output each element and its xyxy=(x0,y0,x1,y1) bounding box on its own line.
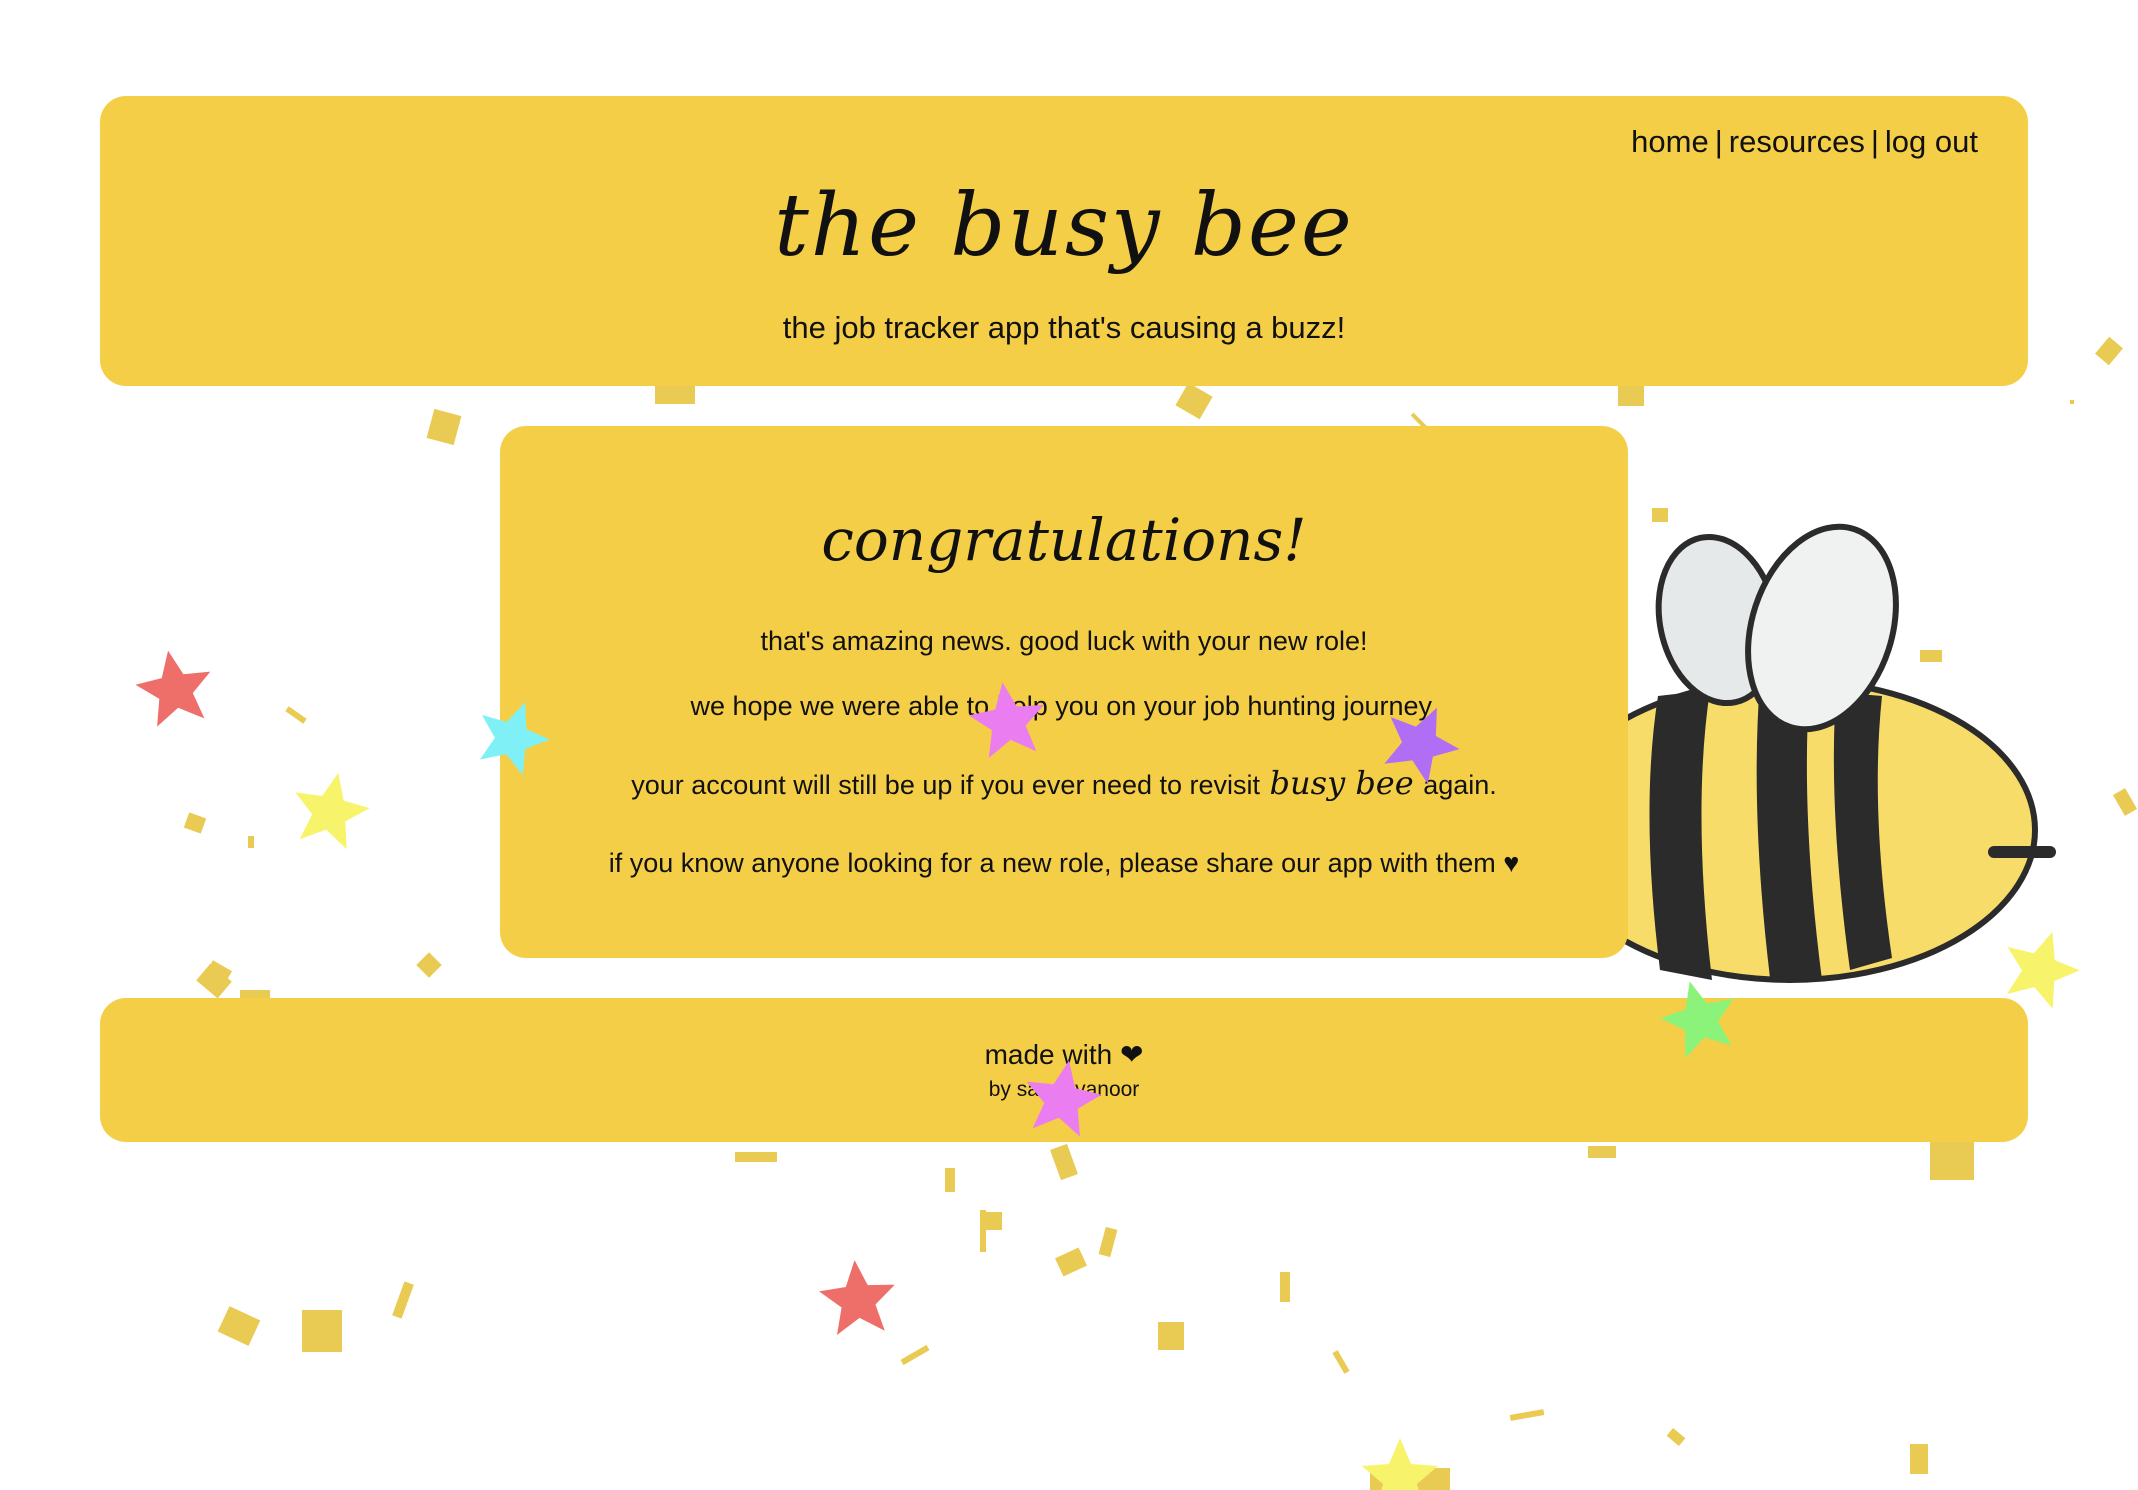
nav-resources-link[interactable]: resources xyxy=(1729,124,1865,159)
card-message-good-luck: that's amazing news. good luck with your… xyxy=(760,626,1368,656)
bee-icon xyxy=(1600,523,2056,983)
nav-home-link[interactable]: home xyxy=(1631,124,1709,159)
nav-separator: | xyxy=(1714,124,1723,159)
site-header: home | resources | log out the busy bee the … xyxy=(100,96,2028,386)
footer-made-with: made with ❤ xyxy=(984,1039,1144,1070)
account-text: your account will still be up if you eve… xyxy=(631,770,1261,800)
card-message-account: your account will still be up if you eve… xyxy=(500,764,1628,802)
account-text-end: again. xyxy=(1423,770,1497,800)
card-heading: congratulations! xyxy=(821,506,1307,574)
footer-author: by sarah vanoor xyxy=(988,1078,1140,1101)
card-message-share: if you know anyone looking for a new rol… xyxy=(608,848,1520,878)
app-tagline: the job tracker app that's causing a buz… xyxy=(782,310,1346,345)
nav-logout-link[interactable]: log out xyxy=(1885,124,1978,159)
site-footer: made with ❤ by sarah vanoor xyxy=(100,998,2028,1142)
nav-separator: | xyxy=(1870,124,1879,159)
app-title: the busy bee xyxy=(774,176,1354,276)
brand-name-inline: busy bee xyxy=(1269,764,1414,802)
congratulations-card: congratulations! that's amazing news. go… xyxy=(500,426,1628,958)
card-message-journey: we hope we were able to help you on your… xyxy=(690,691,1438,721)
top-nav: home | resources | log out xyxy=(1631,124,1978,160)
